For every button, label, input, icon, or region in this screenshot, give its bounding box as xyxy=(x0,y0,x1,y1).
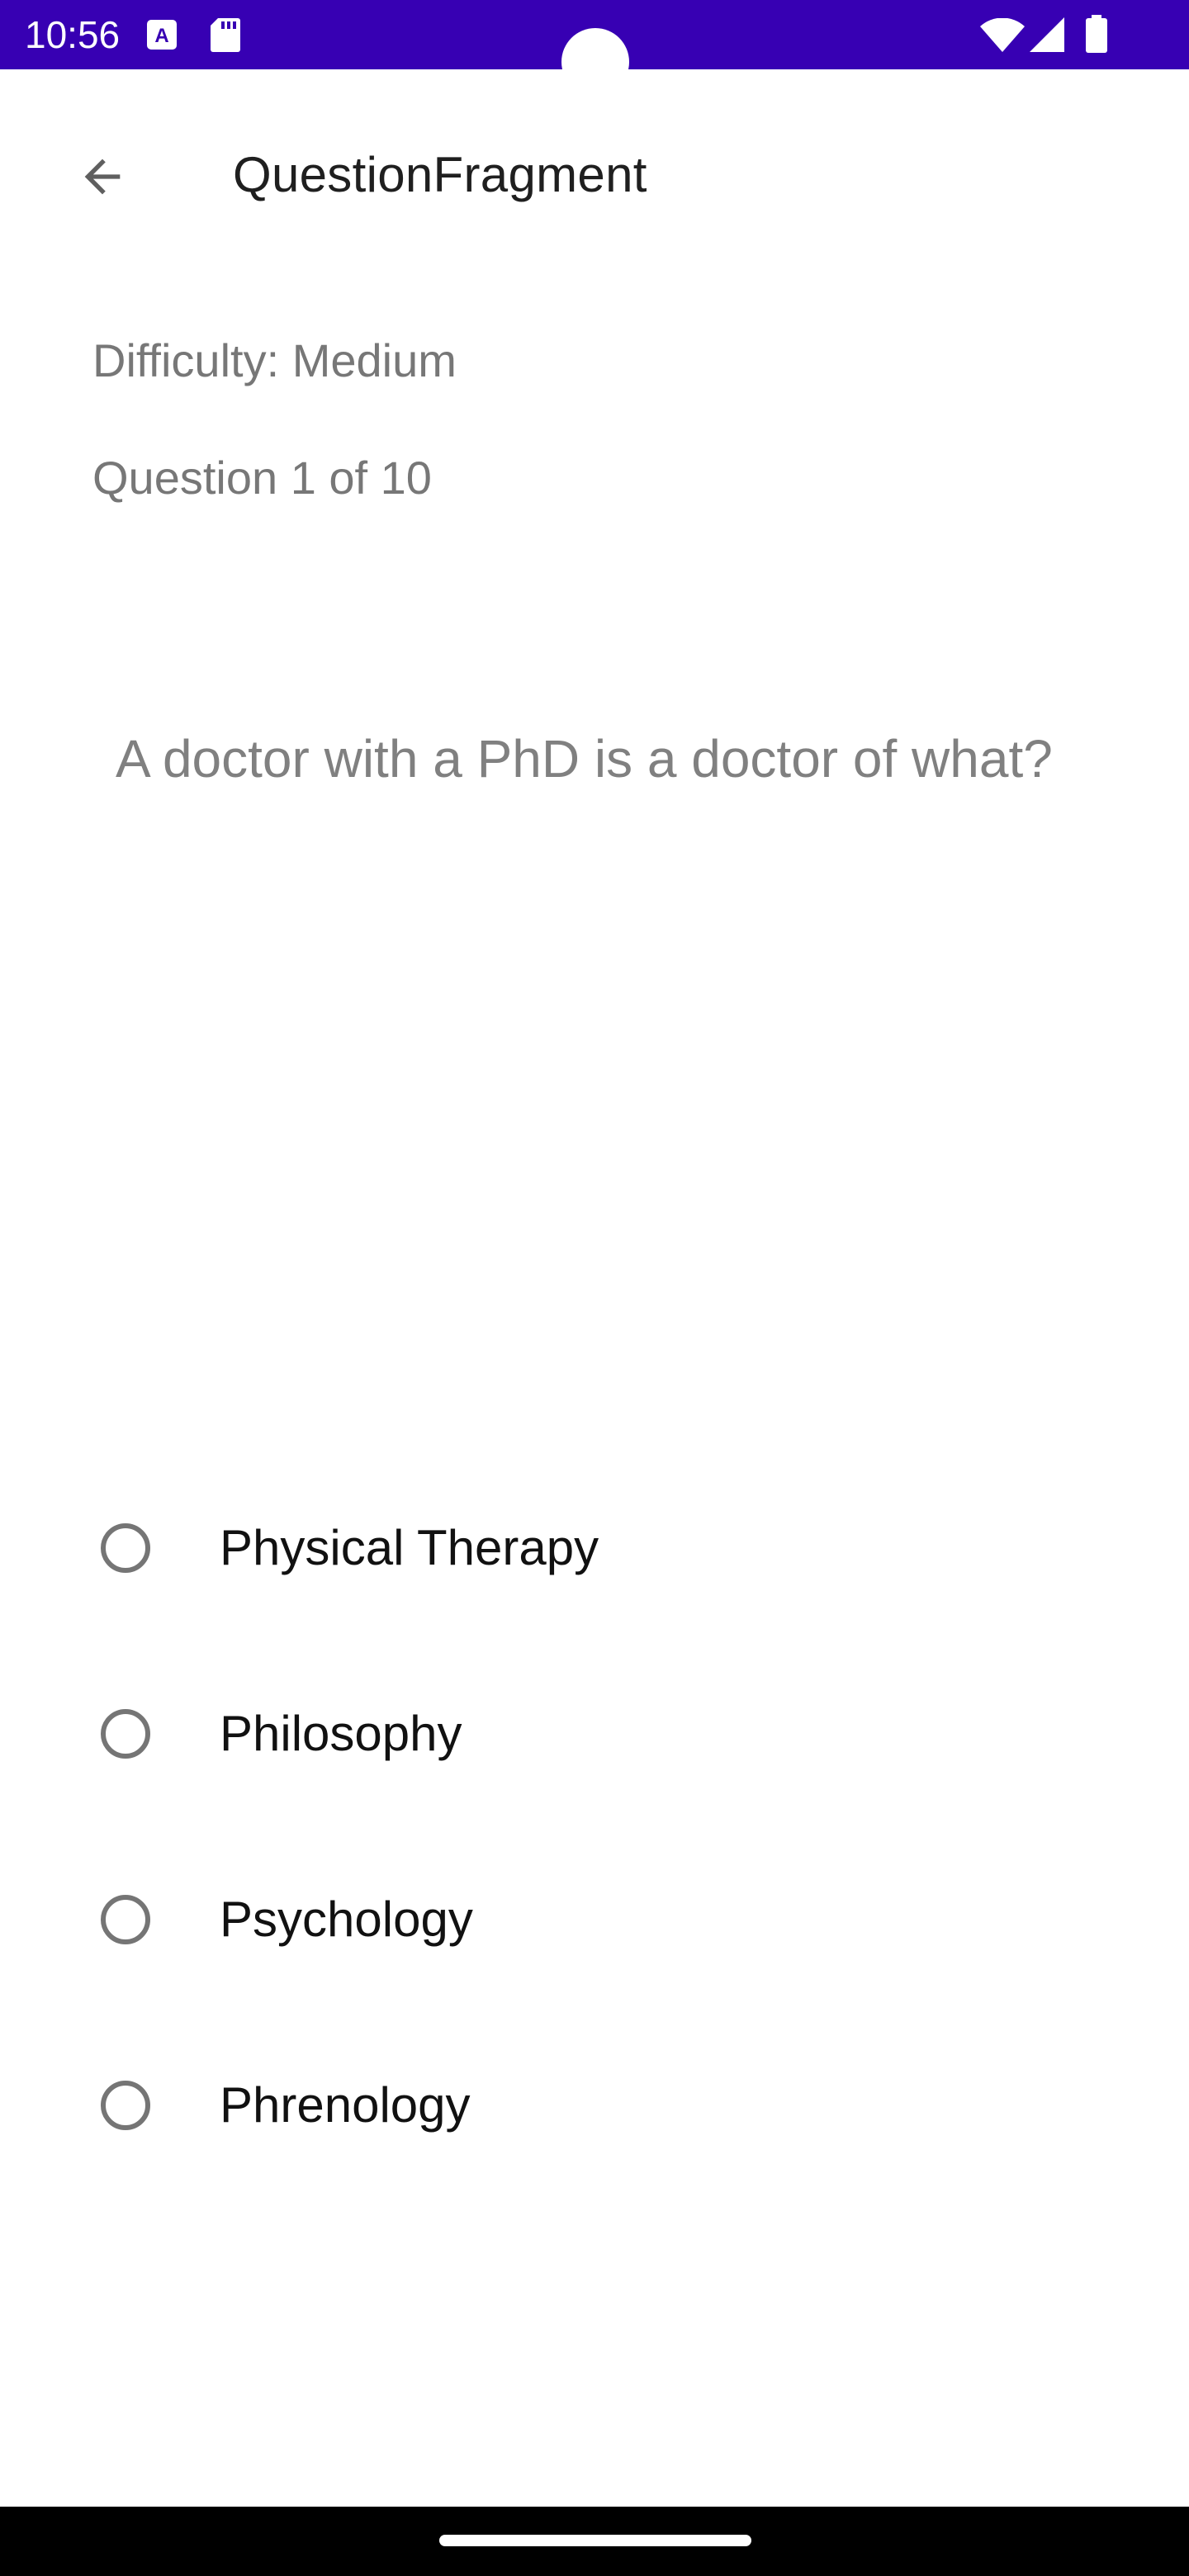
question-text: A doctor with a PhD is a doctor of what? xyxy=(116,729,1053,788)
home-gesture-handle[interactable] xyxy=(439,2535,751,2546)
question-screen: 10:56 A QuestionFragment Difficulty: Med… xyxy=(0,0,1189,2576)
battery-icon xyxy=(1085,15,1108,57)
answer-option[interactable]: Physical Therapy xyxy=(74,1486,1115,1610)
option-label: Psychology xyxy=(220,1892,473,1947)
radio-button-icon[interactable] xyxy=(101,2081,150,2130)
toolbar-title: QuestionFragment xyxy=(233,147,647,202)
question-progress: Question 1 of 10 xyxy=(92,452,432,504)
sd-card-icon xyxy=(210,17,241,57)
answer-option[interactable]: Psychology xyxy=(74,1858,1115,1982)
navigation-bar xyxy=(0,2507,1189,2576)
radio-button-icon[interactable] xyxy=(101,1523,150,1573)
wifi-icon xyxy=(979,17,1026,57)
cellular-signal-icon xyxy=(1029,17,1065,57)
difficulty-label: Difficulty: Medium xyxy=(92,334,457,386)
back-button[interactable] xyxy=(59,135,145,221)
radio-button-icon[interactable] xyxy=(101,1895,150,1944)
answer-option[interactable]: Phrenology xyxy=(74,2043,1115,2167)
svg-text:A: A xyxy=(154,25,168,47)
app-toolbar: QuestionFragment xyxy=(0,69,1189,276)
status-bar: 10:56 A xyxy=(0,0,1189,96)
option-label: Philosophy xyxy=(220,1706,462,1761)
answer-option[interactable]: Philosophy xyxy=(74,1672,1115,1796)
option-label: Phrenology xyxy=(220,2077,471,2133)
option-label: Physical Therapy xyxy=(220,1520,599,1575)
status-time: 10:56 xyxy=(25,13,121,56)
radio-button-icon[interactable] xyxy=(101,1709,150,1759)
arrow-back-icon xyxy=(76,150,129,207)
a-notification-icon: A xyxy=(145,18,178,55)
